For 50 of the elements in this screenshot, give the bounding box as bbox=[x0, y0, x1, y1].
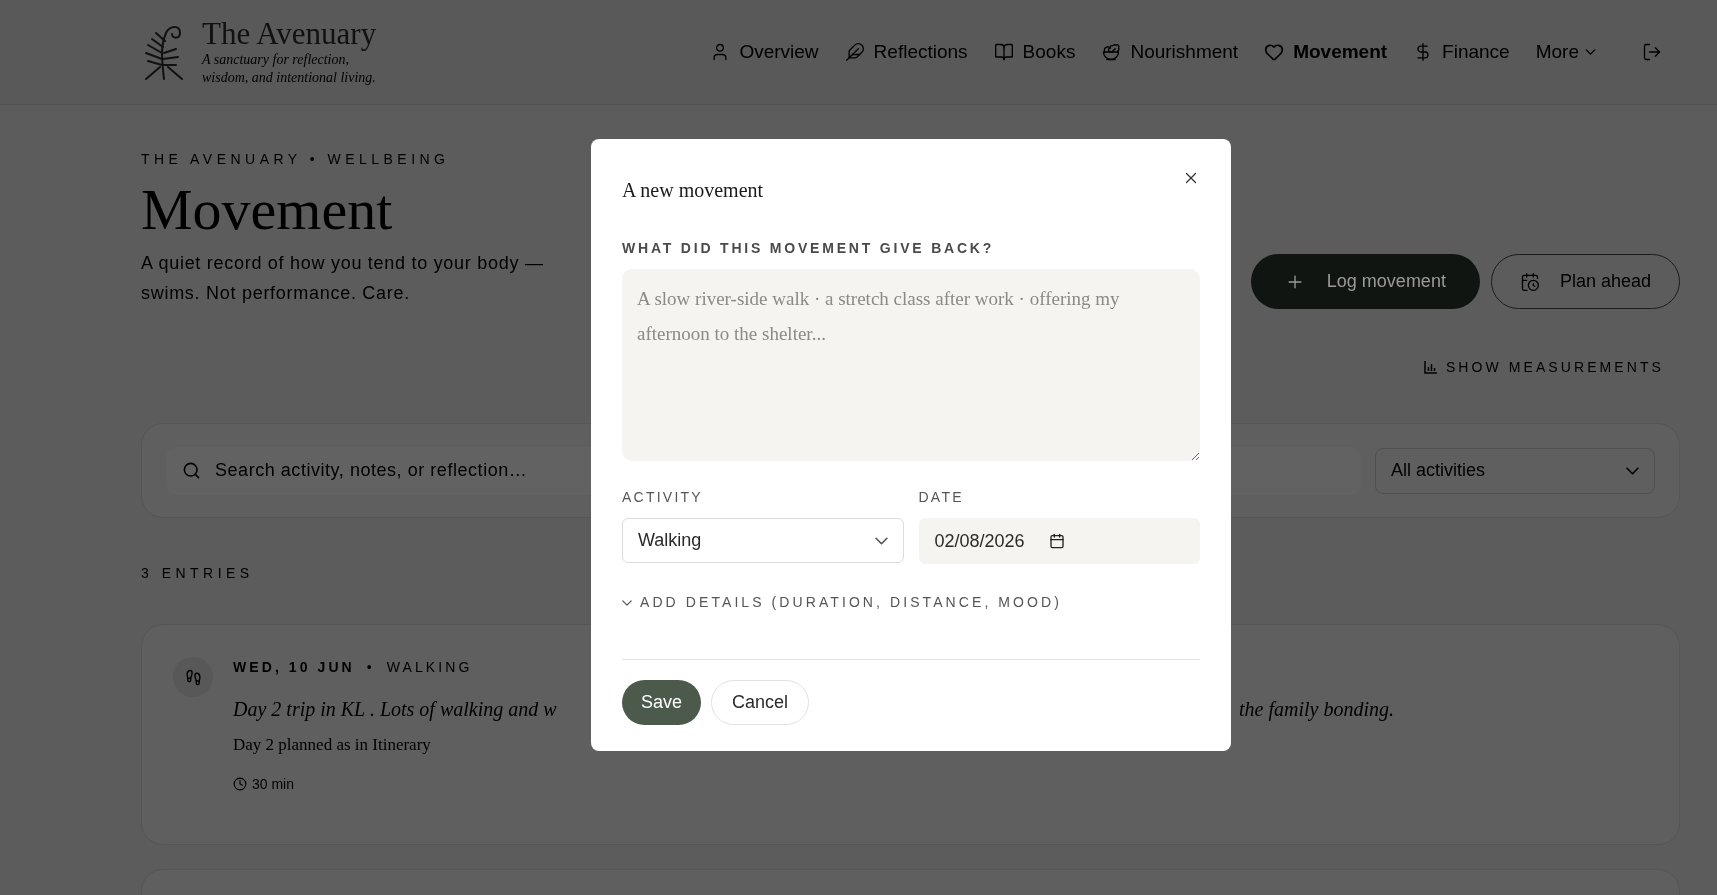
entry-title: Day 2 trip in KL . Lots of walking and w bbox=[233, 697, 557, 723]
entry-activity: WALKING bbox=[386, 658, 473, 677]
caret-icon bbox=[874, 536, 888, 545]
activity-select[interactable]: Walking bbox=[622, 518, 904, 563]
bowl-icon bbox=[1101, 42, 1122, 62]
heart-icon bbox=[1264, 42, 1285, 62]
field-label: DATE bbox=[918, 488, 965, 507]
caret-icon bbox=[1626, 466, 1639, 475]
entry-duration: 30 min bbox=[252, 774, 295, 794]
nav-link[interactable]: Reflections bbox=[844, 37, 968, 67]
bar-chart-icon bbox=[1423, 361, 1437, 374]
entry-note: Day 2 planned as in Itinerary bbox=[233, 734, 432, 756]
activity-select[interactable]: All activities bbox=[1375, 447, 1655, 494]
logout-button[interactable] bbox=[1642, 42, 1662, 62]
nav-link[interactable]: Nourishment bbox=[1101, 37, 1239, 67]
date-field[interactable]: 02/08/2026 bbox=[918, 518, 1200, 564]
field-label: ACTIVITY bbox=[622, 488, 704, 507]
breadcrumb: THE AVENUARY • WELLBEING bbox=[141, 150, 451, 169]
dialog-title: A new movement bbox=[622, 178, 764, 203]
separator-dot: • bbox=[366, 658, 375, 677]
search-placeholder: Search activity, notes, or reflection… bbox=[215, 459, 528, 482]
page-subtitle: swims. Not performance. Care. bbox=[141, 282, 411, 305]
caret-icon bbox=[1585, 49, 1596, 55]
footprints-icon bbox=[184, 668, 202, 686]
add-details-toggle[interactable]: ADD DETAILS (DURATION, DISTANCE, MOOD) bbox=[622, 592, 1062, 613]
brand-name: The Avenuary bbox=[202, 17, 377, 51]
calendar-icon bbox=[1048, 533, 1065, 549]
book-icon bbox=[993, 42, 1014, 62]
log-movement-button[interactable]: Log movement bbox=[1250, 254, 1480, 309]
clock-icon bbox=[233, 777, 247, 791]
nav-link[interactable]: Finance bbox=[1413, 37, 1510, 67]
save-button[interactable]: Save bbox=[622, 680, 702, 725]
reflection-textarea[interactable]: A slow river-side walk · a stretch class after work · offering my afternoon to the shelter... bbox=[622, 269, 1200, 461]
page-title: Movement bbox=[141, 178, 394, 242]
search-icon bbox=[182, 461, 201, 480]
nav-link[interactable]: Books bbox=[993, 37, 1076, 67]
nav-link[interactable]: Overview bbox=[710, 37, 819, 67]
entry-title: the family bonding. bbox=[1239, 697, 1394, 723]
calendar-clock-icon bbox=[1519, 271, 1540, 292]
field-label: WHAT DID THIS MOVEMENT GIVE BACK? bbox=[622, 239, 996, 258]
brand-tagline: wisdom, and intentional living. bbox=[202, 69, 377, 87]
entries-count: 3 ENTRIES bbox=[141, 565, 254, 581]
show-measurements-button[interactable]: SHOW MEASUREMENTS bbox=[1423, 357, 1664, 378]
feather-icon bbox=[844, 42, 865, 62]
more-menu[interactable]: More bbox=[1535, 37, 1596, 67]
caret-icon bbox=[622, 599, 632, 606]
entry-date: WED, 10 JUN bbox=[233, 658, 355, 677]
nav-link[interactable]: Movement bbox=[1264, 37, 1388, 67]
brand-tagline: A sanctuary for reflection, bbox=[202, 51, 350, 69]
page-subtitle: A quiet record of how you tend to your body — bbox=[141, 252, 544, 275]
